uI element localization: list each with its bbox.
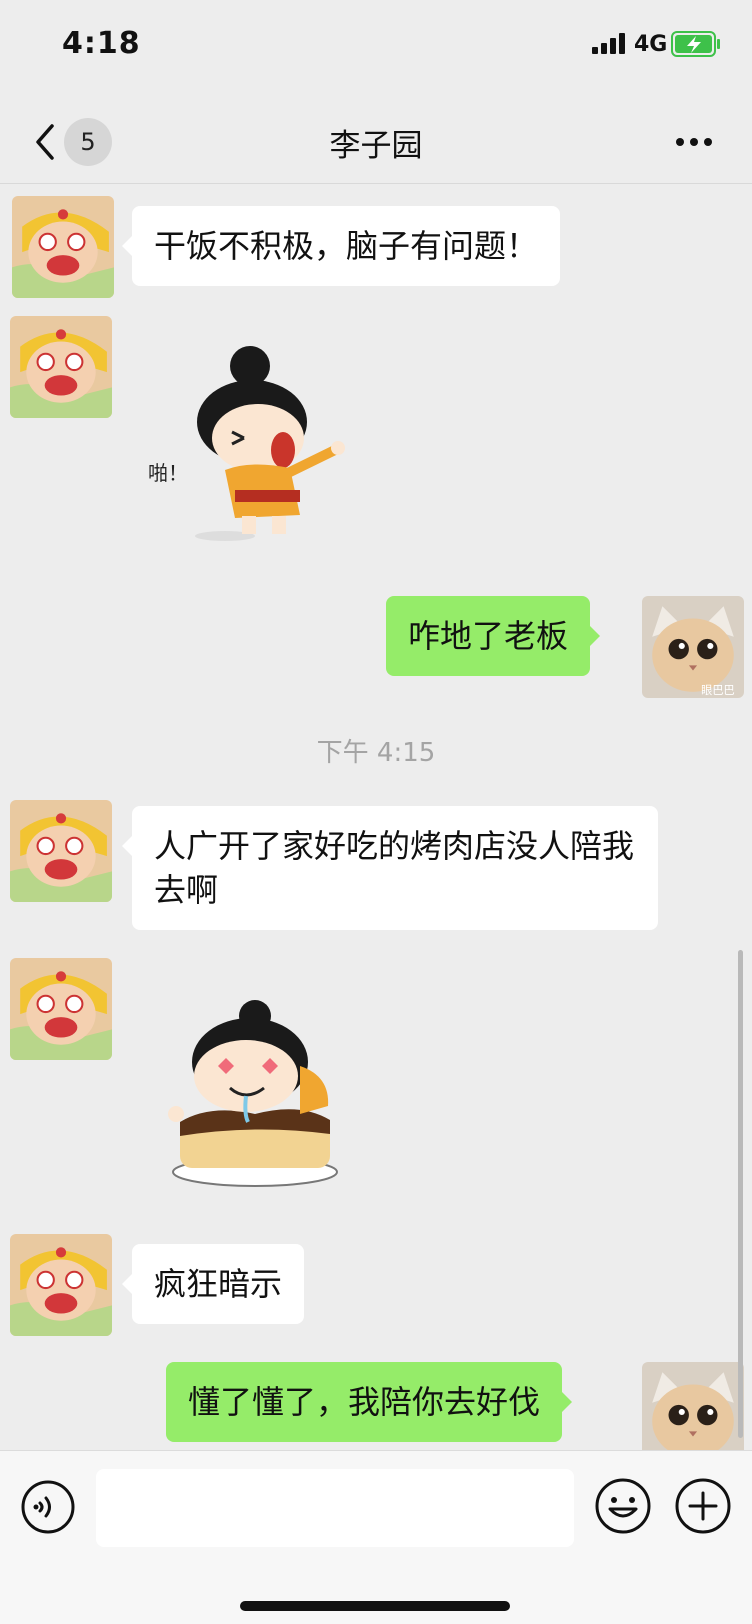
sticker-caption: 啪！ [148,461,188,485]
avatar-caption: 眼巴巴 [701,684,735,697]
contact-avatar[interactable] [12,196,114,298]
battery-charging-icon [671,31,720,57]
my-avatar[interactable]: 眼巴巴 [642,1362,744,1464]
home-indicator[interactable] [240,1601,510,1611]
message-input[interactable] [96,1469,574,1547]
my-avatar[interactable]: 眼巴巴 [642,596,744,698]
timestamp-divider: 下午 4:15 [316,738,436,768]
status-bar: 4:18 4G [0,0,752,90]
network-type: 4G [634,32,668,57]
status-time: 4:18 [62,26,141,61]
drooling-over-cake-sticker[interactable] [160,996,350,1188]
message-bubble-incoming[interactable]: 疯狂暗示 [121,1244,305,1324]
emoji-icon[interactable] [594,1477,652,1535]
message-bubble-incoming[interactable]: 人广开了家好吃的烤肉店没人陪我去啊 [122,806,658,930]
message-bubble-outgoing[interactable]: 懂了懂了，我陪你去好伐 [166,1362,573,1442]
contact-avatar[interactable] [10,316,112,418]
message-bubble-outgoing[interactable]: 咋地了老板 [386,596,601,676]
signal-strength-icon [592,33,625,54]
slap-cartoon-sticker[interactable]: 啪！ [140,340,360,550]
chat-title: 李子园 [329,128,423,164]
more-options-icon[interactable] [674,136,714,148]
chat-header: 5 李子园 [0,100,752,184]
chat-input-bar [0,1450,752,1624]
contact-avatar[interactable] [10,800,112,902]
plus-icon[interactable] [674,1477,732,1535]
voice-input-icon[interactable] [20,1479,76,1535]
contact-avatar[interactable] [10,958,112,1060]
message-bubble-incoming[interactable]: 干饭不积极，脑子有问题！ [121,206,561,286]
scroll-indicator[interactable] [738,950,743,1438]
contact-avatar[interactable] [10,1234,112,1336]
